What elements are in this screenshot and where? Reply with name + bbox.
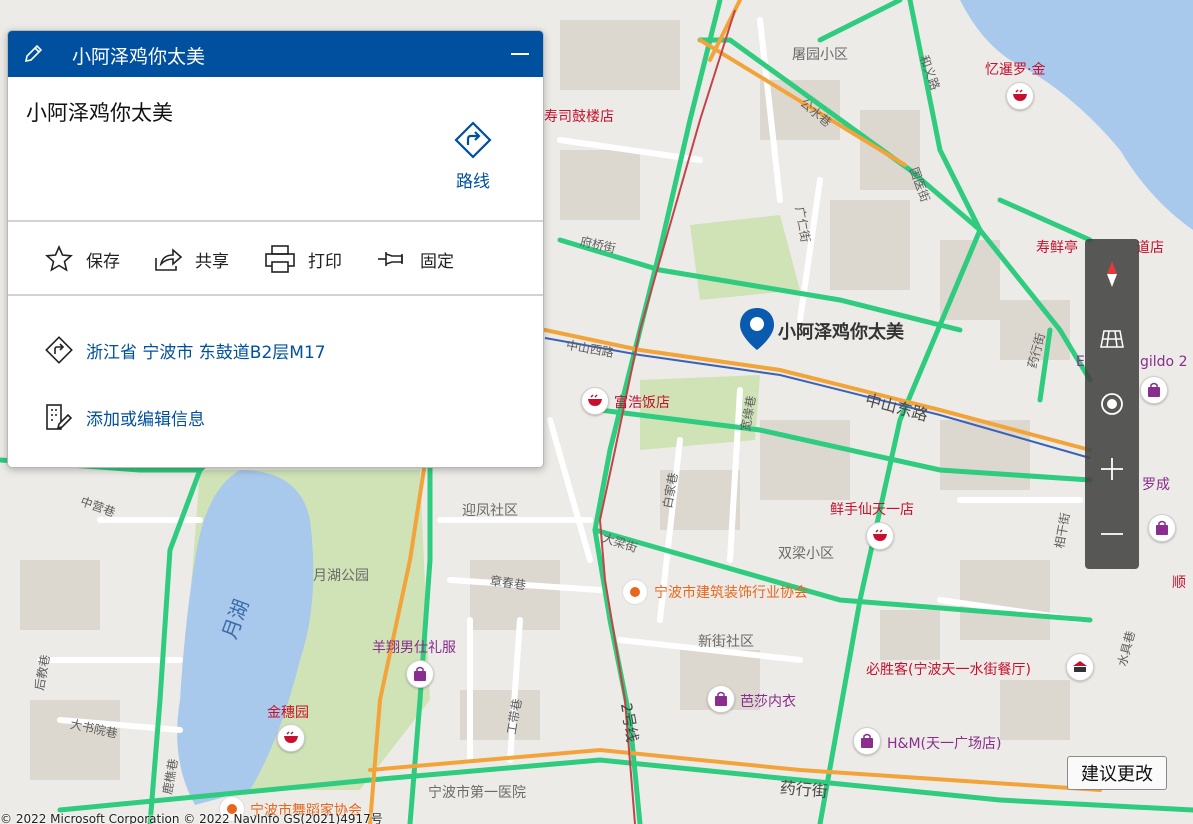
minus-icon (1101, 533, 1123, 535)
printer-icon (265, 245, 295, 273)
map-label: 药行街 (779, 777, 829, 802)
panel-title: 小阿泽鸡你太美 (72, 46, 206, 68)
map-label: E (1076, 354, 1085, 370)
map-label: 罗成 (1142, 477, 1170, 493)
edit-info-link[interactable]: 添加或编辑信息 (44, 402, 205, 432)
copyright-text: © 2022 Microsoft Corporation © 2022 NavI… (0, 812, 383, 824)
share-label: 共享 (195, 251, 229, 272)
plus-icon (1101, 458, 1123, 480)
zoom-out-button[interactable] (1085, 509, 1139, 559)
restaurant-icon[interactable] (1006, 82, 1034, 110)
map-label: 羊翔男仕礼服 (372, 640, 456, 656)
star-icon (45, 245, 73, 272)
map-label: 双梁小区 (778, 546, 834, 562)
minimize-icon[interactable] (511, 53, 529, 55)
directions-icon (45, 336, 73, 364)
shopping-bag-icon[interactable] (1148, 514, 1176, 542)
map-label: 金穗园 (267, 705, 309, 721)
print-label: 打印 (308, 251, 342, 272)
pin-label: 小阿泽鸡你太美 (778, 322, 904, 343)
map-label: 芭莎内衣 (740, 694, 796, 710)
locate-icon (1101, 393, 1123, 415)
address-link[interactable]: 浙江省 宁波市 东鼓道B2层M17 (44, 335, 326, 365)
location-pin-icon[interactable] (738, 306, 776, 356)
divider (8, 220, 543, 222)
map-label: 宁波市第一医院 (428, 785, 526, 801)
pin-button[interactable]: 固定 (376, 241, 454, 277)
pencil-icon[interactable] (22, 43, 44, 69)
locate-button[interactable] (1085, 379, 1139, 429)
zoom-in-button[interactable] (1085, 444, 1139, 494)
restaurant-icon[interactable] (581, 387, 609, 415)
shopping-bag-icon[interactable] (406, 660, 434, 688)
place-name: 小阿泽鸡你太美 (26, 101, 173, 125)
shopping-bag-icon[interactable] (853, 727, 881, 755)
map-label: 月湖公园 (313, 568, 369, 584)
pin-icon (378, 252, 403, 266)
edit-info-text: 添加或编辑信息 (86, 409, 205, 430)
compass-icon (1107, 261, 1117, 287)
suggest-edit-button[interactable]: 建议更改 (1067, 756, 1167, 790)
route-label: 路线 (456, 172, 490, 192)
directions-icon (454, 121, 492, 159)
map-label: 顺 (1172, 575, 1186, 591)
map-label: H&M(天一广场店) (887, 736, 1002, 752)
building-edit-icon (46, 404, 73, 430)
print-button[interactable]: 打印 (264, 241, 342, 277)
map-label: 寿鲜亭 (1036, 240, 1078, 256)
shopping-bag-icon[interactable] (1140, 376, 1168, 404)
map-label: 富浩饭店 (614, 395, 670, 411)
map-label: 新街社区 (698, 634, 754, 650)
panel-header: 小阿泽鸡你太美 (8, 31, 543, 77)
organization-icon[interactable] (622, 579, 648, 605)
address-text: 浙江省 宁波市 东鼓道B2层M17 (86, 342, 326, 363)
map-label: 迎凤社区 (462, 503, 518, 519)
map-label: 道店 (1136, 240, 1164, 256)
map-label: 忆暹罗·金 (985, 62, 1046, 78)
pin-label: 固定 (420, 251, 454, 272)
restaurant-icon[interactable] (277, 724, 305, 752)
place-info-panel: 小阿泽鸡你太美 小阿泽鸡你太美 路线 保存 共享 打印 固定 浙江省 宁波市 东… (7, 30, 544, 468)
map-label: 鲜手仙天一店 (830, 502, 914, 518)
map-label: 寿司鼓楼店 (544, 109, 614, 125)
layers-button[interactable] (1085, 314, 1139, 364)
map-label: 必胜客(宁波天一水街餐厅) (866, 662, 1031, 678)
map-label: gildo 2 (1140, 354, 1188, 370)
share-icon (155, 248, 183, 271)
shopping-bag-icon[interactable] (707, 685, 735, 713)
save-button[interactable]: 保存 (44, 241, 120, 277)
map-label: 屠园小区 (792, 47, 848, 63)
compass-button[interactable] (1085, 249, 1139, 299)
pizza-icon[interactable] (1066, 653, 1094, 681)
map-layers-icon (1100, 330, 1124, 348)
route-button[interactable]: 路线 (448, 121, 498, 192)
share-button[interactable]: 共享 (153, 241, 229, 277)
save-label: 保存 (86, 251, 120, 272)
map-label: 宁波市建筑装饰行业协会 (654, 585, 808, 601)
divider (8, 294, 543, 296)
restaurant-icon[interactable] (866, 522, 894, 550)
map-controls (1085, 239, 1139, 569)
